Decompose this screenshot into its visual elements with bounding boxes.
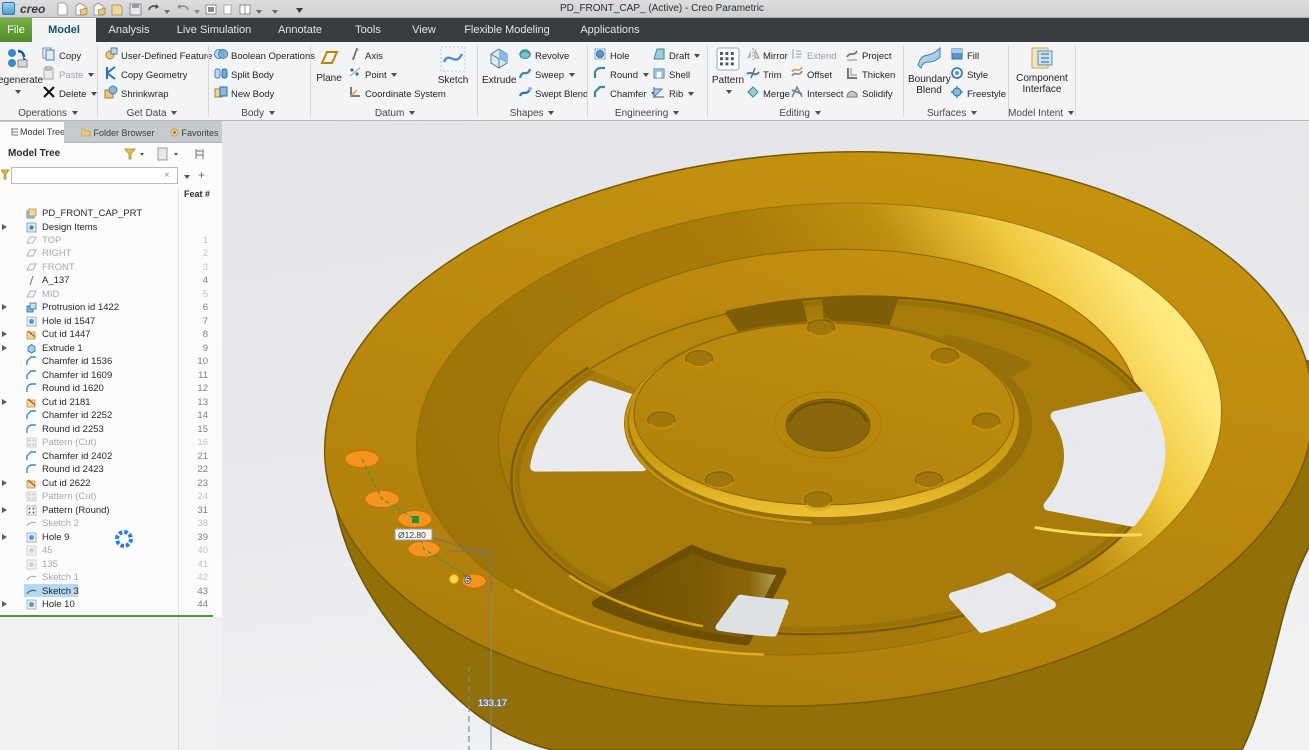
svg-text:6: 6 [465, 575, 470, 585]
svg-text:133.17: 133.17 [478, 698, 507, 709]
svg-text:Ø12.80: Ø12.80 [398, 530, 426, 540]
